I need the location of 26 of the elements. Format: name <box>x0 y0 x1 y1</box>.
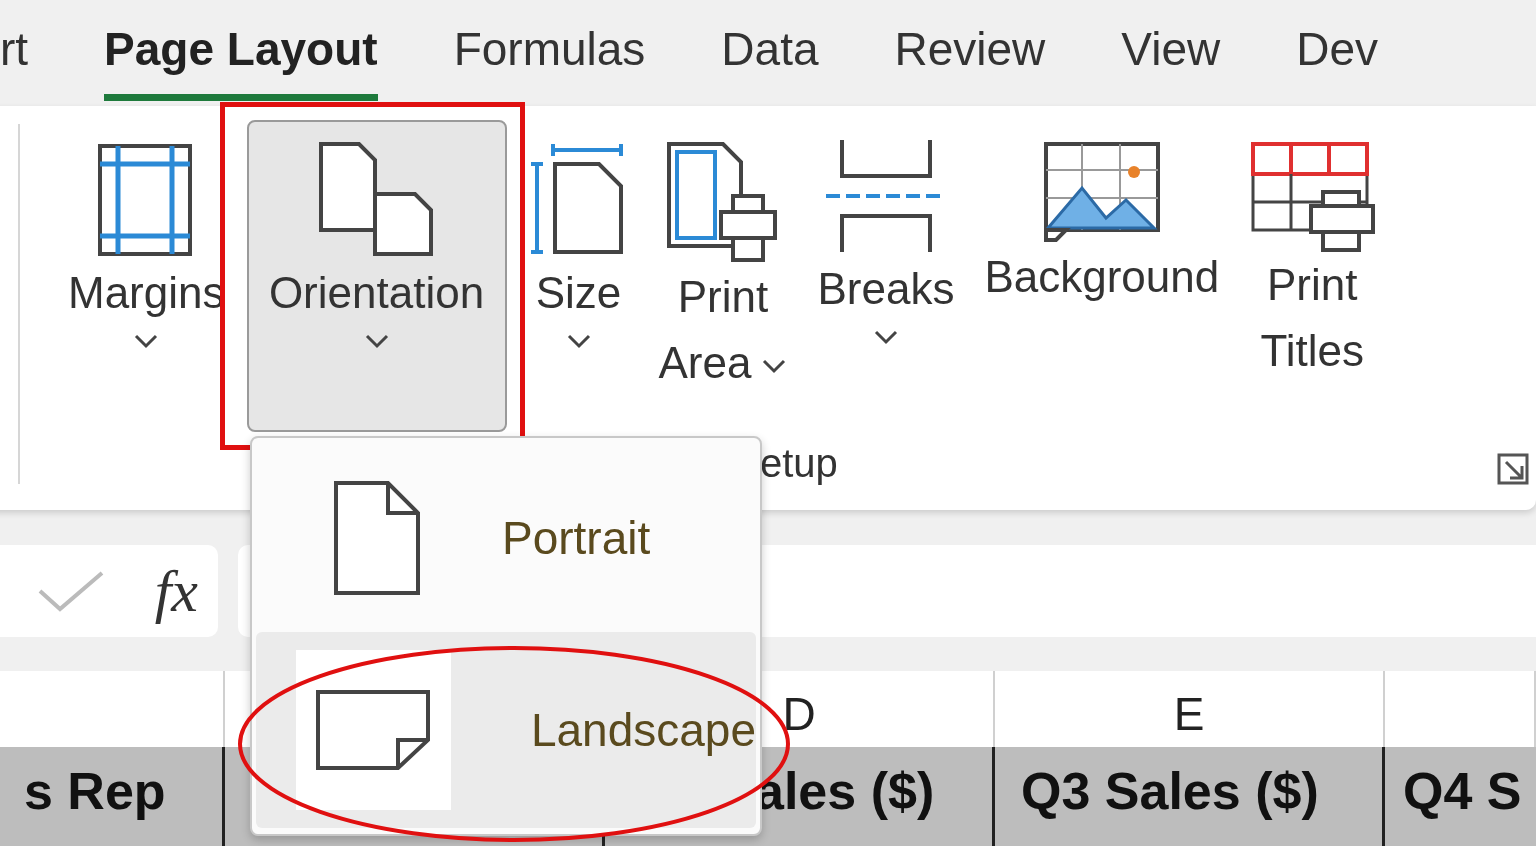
orientation-button[interactable]: Orientation <box>246 120 507 432</box>
ribbon-tab[interactable]: Data <box>721 0 819 101</box>
group-label: etup <box>760 441 838 486</box>
ribbon-tab[interactable]: View <box>1121 0 1221 101</box>
table-cell-text: Q4 S <box>1402 761 1523 822</box>
ribbon-button[interactable]: Background <box>976 120 1228 312</box>
ribbon-tab[interactable]: rt <box>0 0 29 101</box>
landscape-page-icon <box>314 688 433 773</box>
ribbon-tab[interactable]: Formulas <box>453 0 646 101</box>
ribbon-button[interactable]: Breaks <box>809 120 963 348</box>
background-image-icon <box>1041 140 1162 244</box>
ribbon-button[interactable]: Print Titles <box>1241 120 1384 386</box>
ribbon-tab[interactable]: Review <box>894 0 1046 101</box>
menu-item[interactable]: Portrait <box>256 444 756 633</box>
ribbon-button[interactable]: Margins <box>60 120 233 352</box>
ribbon-button[interactable]: Print Area <box>650 120 796 398</box>
ribbon-tab[interactable]: Dev <box>1296 0 1379 101</box>
insert-function-button[interactable]: fx <box>154 556 198 626</box>
table-cell: s Rep <box>0 747 225 846</box>
table-cell: Q3 Sales ($) <box>995 747 1385 846</box>
ribbon-button[interactable]: Size <box>520 120 637 352</box>
portrait-page-icon <box>332 479 422 598</box>
check-icon[interactable] <box>36 569 106 613</box>
print-titles-icon <box>1249 140 1376 252</box>
dialog-launcher-icon[interactable] <box>1496 452 1530 486</box>
menu-item[interactable]: Landscape <box>256 632 756 828</box>
